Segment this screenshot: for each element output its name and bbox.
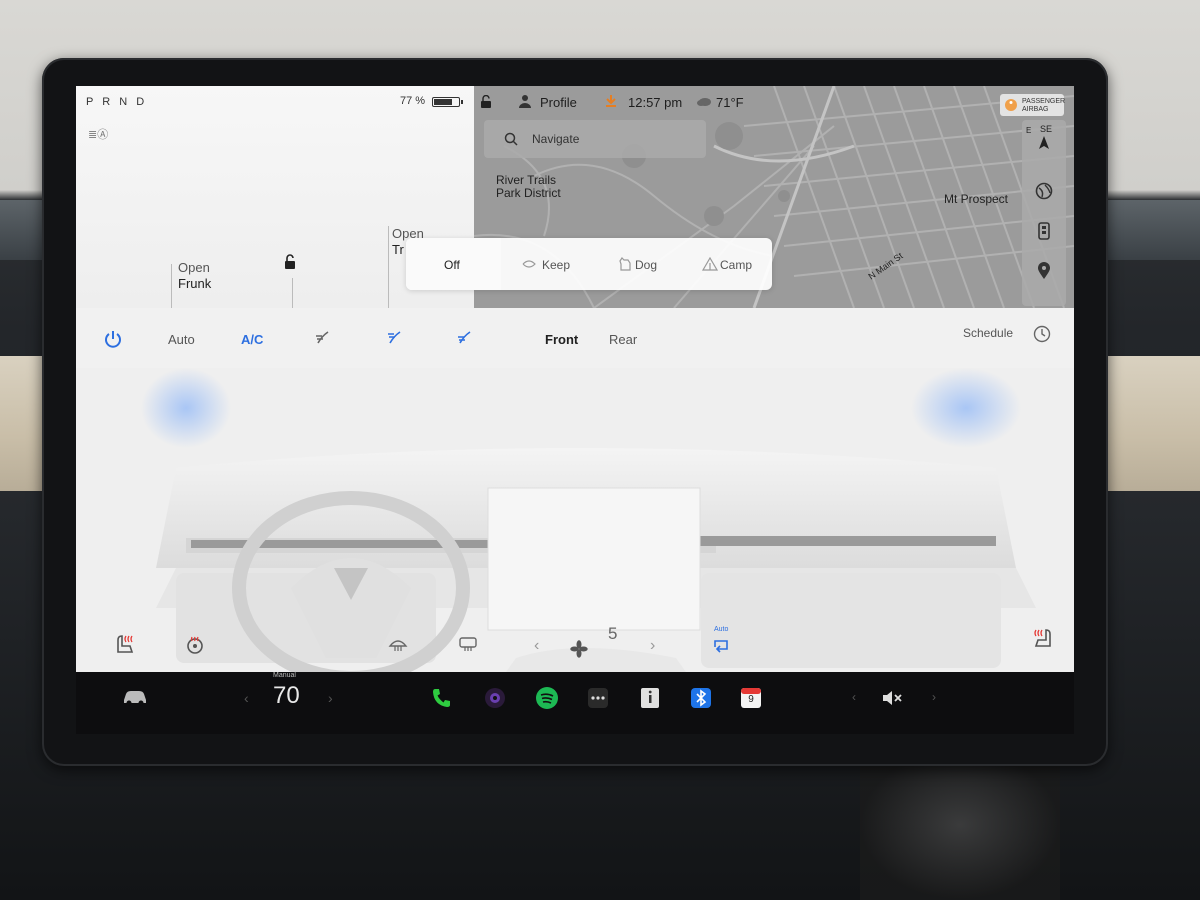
weather-cloud-icon — [697, 98, 711, 106]
climate-controls: Auto A/C Front Rear Schedule — [76, 308, 1074, 368]
lock-callout-line — [292, 278, 293, 308]
tent-icon — [702, 257, 718, 271]
car-icon[interactable] — [122, 688, 148, 706]
fan-mode-icon — [522, 260, 536, 268]
passenger-seat-heater-icon[interactable] — [1032, 628, 1054, 648]
map-controls: E SE — [1022, 120, 1066, 306]
mode-off-button[interactable]: Off — [444, 258, 460, 272]
airbag-line-1: PASSENGER — [1022, 98, 1066, 105]
battery-percentage: 77 % — [400, 95, 426, 107]
spotify-icon[interactable] — [535, 686, 559, 710]
speed-decrease-chevron[interactable]: ‹ — [244, 690, 249, 706]
bluetooth-icon[interactable] — [689, 686, 713, 710]
ac-button[interactable]: A/C — [241, 332, 263, 347]
clock-icon[interactable] — [1033, 325, 1051, 343]
schedule-button[interactable]: Schedule — [963, 326, 1013, 340]
charger-icon[interactable] — [1037, 222, 1051, 240]
auto-headlights-icon[interactable]: ≣Ⓐ — [88, 126, 114, 142]
owners-manual-icon[interactable] — [638, 686, 662, 710]
battery-tip — [461, 100, 463, 104]
airbag-icon — [1005, 99, 1017, 111]
touchscreen: P R N D 77 % ≣Ⓐ Open Frunk Open Tr Profi… — [76, 86, 1074, 672]
rear-climate-tab[interactable]: Rear — [609, 332, 637, 347]
console-area — [860, 750, 1060, 900]
map-label-city: Mt Prospect — [944, 192, 1009, 206]
fan-speed-value: 5 — [608, 624, 618, 643]
outside-temperature: 71°F — [716, 95, 744, 110]
trunk-callout-line — [388, 226, 389, 308]
cruise-speed: 70 — [273, 682, 300, 709]
airflow-feet-icon[interactable] — [386, 328, 404, 346]
lock-status-icon[interactable] — [480, 95, 492, 108]
globe-icon[interactable] — [1035, 182, 1053, 200]
volume-muted-icon[interactable] — [880, 686, 904, 710]
navigate-placeholder: Navigate — [532, 132, 580, 146]
calendar-day: 9 — [748, 694, 754, 705]
airbag-line-2: AIRBAG — [1022, 106, 1049, 113]
compass-east: E — [1026, 126, 1032, 135]
steering-wheel-heater-icon[interactable] — [186, 636, 204, 654]
volume-up-chevron[interactable]: › — [932, 690, 936, 704]
park-line-2: Park District — [496, 186, 561, 200]
dog-icon — [619, 257, 631, 271]
passenger-airbag-indicator: PASSENGER AIRBAG — [1000, 94, 1066, 116]
unlock-icon[interactable] — [282, 254, 298, 270]
frunk-name-text: Frunk — [178, 276, 212, 291]
cruise-mode-label: Manual — [273, 672, 296, 679]
profile-icon — [519, 95, 531, 108]
phone-icon[interactable] — [430, 686, 454, 710]
volume-down-chevron[interactable]: ‹ — [852, 690, 856, 704]
seat-heat-row: ‹ › Auto — [76, 606, 1074, 672]
location-pin-icon[interactable] — [1037, 262, 1051, 280]
map-label-park: River Trails Park District — [496, 174, 561, 200]
gear-indicator: P R N D — [86, 96, 148, 108]
airflow-defrost-icon[interactable] — [456, 328, 474, 346]
fan-increase-chevron[interactable]: › — [650, 637, 655, 655]
speed-increase-chevron[interactable]: › — [328, 690, 333, 706]
compass-arrow-icon[interactable] — [1038, 136, 1050, 150]
climate-power-icon[interactable] — [104, 330, 122, 348]
clock: 12:57 pm — [628, 95, 683, 110]
open-frunk-button[interactable]: Open Frunk — [178, 260, 211, 292]
battery-icon — [432, 97, 460, 107]
recirculation-mode-label: Auto — [714, 626, 729, 633]
driver-seat-heater-icon[interactable] — [114, 634, 136, 654]
profile-button[interactable]: Profile — [540, 95, 577, 110]
software-update-icon[interactable] — [604, 94, 618, 108]
fan-decrease-chevron[interactable]: ‹ — [534, 637, 539, 655]
frunk-open-text: Open — [178, 260, 210, 275]
auto-climate-button[interactable]: Auto — [168, 332, 195, 347]
fan-icon — [570, 640, 588, 658]
climate-keeper-popup: Off Keep Dog Camp — [406, 238, 772, 290]
front-defrost-icon[interactable] — [388, 636, 408, 652]
more-apps-icon[interactable] — [586, 686, 610, 710]
front-climate-tab[interactable]: Front — [545, 332, 578, 347]
compass-southeast: SE — [1040, 124, 1053, 134]
search-icon — [504, 132, 518, 146]
bottom-dock: ‹ Manual 70 › 9 ‹ › — [76, 672, 1074, 734]
status-bar: Profile 12:57 pm 71°F — [474, 86, 1074, 116]
frunk-callout-line — [171, 264, 172, 308]
navigate-search[interactable]: Navigate — [484, 120, 706, 158]
rear-defrost-icon[interactable] — [458, 636, 478, 652]
airflow-face-icon[interactable] — [314, 328, 332, 346]
recirculation-icon[interactable] — [712, 638, 730, 654]
camera-icon[interactable] — [483, 686, 507, 710]
mode-keep-button[interactable]: Keep — [542, 258, 570, 272]
mode-camp-button[interactable]: Camp — [720, 258, 752, 272]
mode-dog-button[interactable]: Dog — [635, 258, 657, 272]
